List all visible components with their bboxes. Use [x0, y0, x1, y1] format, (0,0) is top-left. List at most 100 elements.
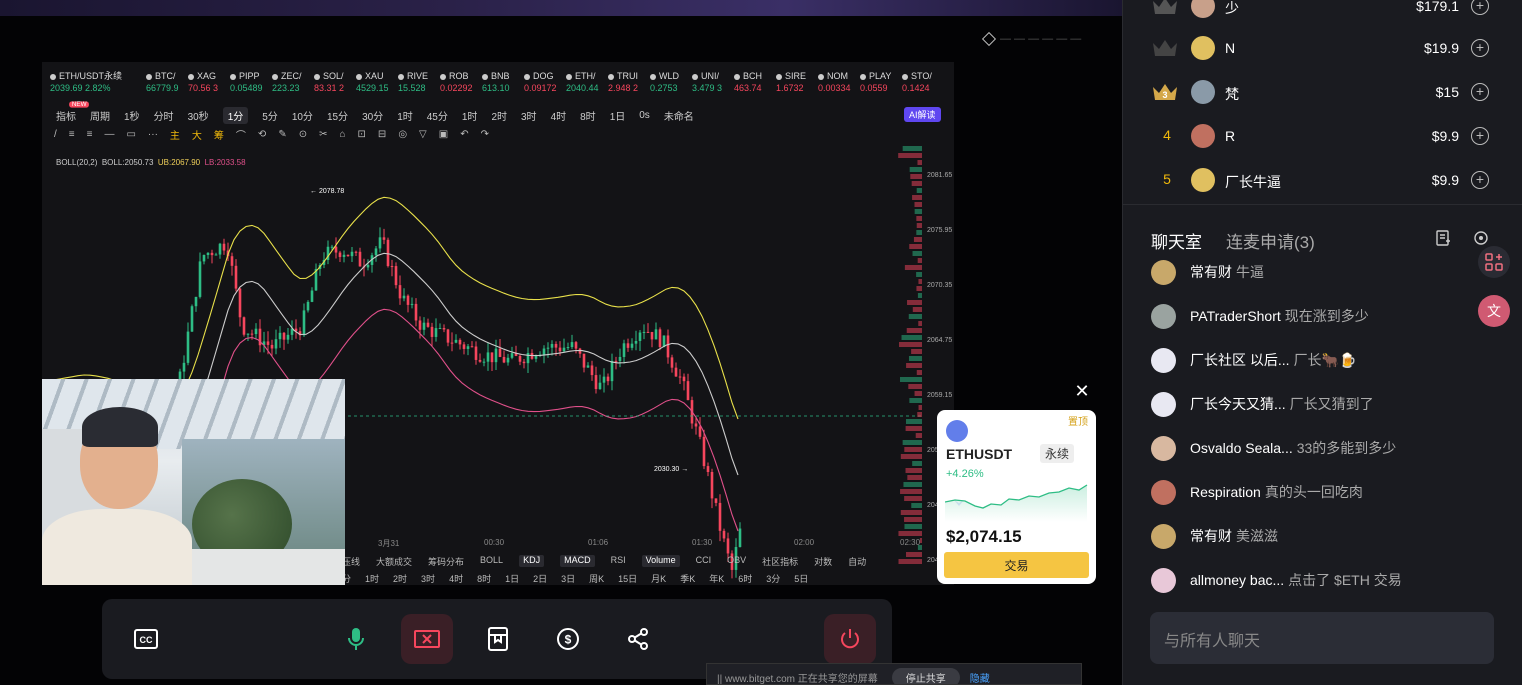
bottom-timeframe[interactable]: 5日	[794, 572, 808, 584]
bottom-timeframe[interactable]: 8时	[477, 572, 491, 584]
bottom-timeframe[interactable]: 2时	[393, 572, 407, 584]
indicator-tab[interactable]: KDJ	[519, 555, 545, 567]
avatar[interactable]	[1191, 36, 1215, 60]
price-axis-label: 2070.35	[927, 282, 953, 289]
right-panel: 少 $179.1 + N $19.9 +3 梵 $15 +4 R $9.9 +5 厂长牛逼 $9.9 + 聊…	[1122, 0, 1522, 685]
stop-sharing-button[interactable]: 停止共享	[891, 668, 960, 684]
volume-profile-bar	[902, 146, 922, 151]
indicator-tab[interactable]: Volume	[641, 555, 680, 567]
rank-name: 少	[1225, 0, 1239, 16]
avatar[interactable]	[1191, 80, 1215, 104]
stop-screen-share-icon[interactable]	[401, 614, 453, 664]
bottom-timeframe[interactable]: 2日	[533, 572, 547, 584]
bottom-timeframe[interactable]: 15日	[618, 572, 637, 584]
volume-profile-bar	[904, 265, 922, 270]
chat-username[interactable]: PATraderShort	[1190, 308, 1281, 324]
candle-body	[582, 353, 586, 368]
candle-body	[306, 301, 310, 311]
avatar[interactable]	[1191, 168, 1215, 192]
bookmark-box-icon[interactable]	[478, 619, 518, 659]
indicator-tab[interactable]: 自动	[848, 555, 866, 567]
microphone-icon[interactable]	[336, 619, 376, 659]
candle-body	[598, 382, 602, 390]
bottom-timeframe[interactable]: 3分	[766, 572, 780, 584]
chat-username[interactable]: Osvaldo Seala...	[1190, 440, 1293, 456]
rank-name: N	[1225, 40, 1236, 56]
power-icon[interactable]	[824, 614, 876, 664]
avatar[interactable]	[1191, 124, 1215, 148]
avatar[interactable]	[1151, 523, 1176, 549]
avatar[interactable]	[1191, 0, 1215, 18]
tab-chat-room[interactable]: 聊天室	[1151, 233, 1202, 252]
volume-profile-bar	[911, 349, 922, 354]
candle-body	[534, 356, 538, 359]
candle-body	[350, 251, 354, 257]
bottom-timeframe[interactable]: 1时	[365, 572, 379, 584]
trade-button[interactable]: 交易	[944, 552, 1089, 578]
close-card-icon[interactable]: ✕	[1072, 381, 1092, 401]
candle-body	[658, 329, 662, 348]
chat-username[interactable]: Respiration	[1190, 484, 1261, 500]
indicator-tab[interactable]: MACD	[560, 555, 595, 567]
chat-username[interactable]: 厂长社区 以后...	[1190, 350, 1290, 370]
pin-label[interactable]: 置顶	[1068, 413, 1088, 428]
avatar[interactable]	[1151, 303, 1176, 329]
candle-body	[426, 322, 430, 327]
follow-plus-icon[interactable]: +	[1471, 39, 1489, 57]
notes-icon[interactable]	[1435, 230, 1451, 251]
tab-mic-requests[interactable]: 连麦申请(3)	[1226, 233, 1315, 252]
share-icon[interactable]	[618, 619, 658, 659]
bottom-timeframe[interactable]: 周K	[589, 572, 604, 584]
bottom-timeframe[interactable]: 1日	[505, 572, 519, 584]
chat-username[interactable]: allmoney bac...	[1190, 572, 1284, 588]
hide-link[interactable]: 隐藏	[970, 674, 990, 684]
follow-plus-icon[interactable]: +	[1471, 0, 1489, 15]
bottom-timeframe[interactable]: 3时	[421, 572, 435, 584]
candle-body	[402, 295, 406, 299]
indicator-tab[interactable]: BOLL	[480, 555, 503, 567]
chat-message: 厂长社区 以后... 厂长🐂🍺	[1151, 347, 1491, 373]
bottom-timeframe[interactable]: 4时	[449, 572, 463, 584]
chat-username[interactable]: 常有财	[1190, 262, 1232, 282]
captions-icon[interactable]: CC	[126, 619, 166, 659]
dollar-icon[interactable]: $	[548, 619, 588, 659]
translate-icon[interactable]: 文	[1478, 295, 1510, 327]
chat-username[interactable]: 常有财	[1190, 526, 1232, 546]
avatar[interactable]	[1151, 435, 1176, 461]
avatar[interactable]	[1151, 259, 1176, 285]
chat-username[interactable]: 厂长今天又猜...	[1190, 394, 1286, 414]
crown-icon	[1151, 0, 1179, 17]
chat-input[interactable]: 与所有人聊天	[1150, 612, 1494, 664]
indicator-tab[interactable]: RSI	[611, 555, 626, 567]
avatar[interactable]	[1151, 567, 1176, 593]
rank-position: 4	[1163, 127, 1171, 143]
avatar[interactable]	[1151, 391, 1176, 417]
indicator-tab[interactable]: 社区指标	[762, 555, 798, 567]
bottom-timeframe[interactable]: 月K	[651, 572, 666, 584]
indicator-tab[interactable]: 大额成交	[376, 555, 412, 567]
avatar[interactable]	[1151, 479, 1176, 505]
indicator-tab[interactable]: OBV	[727, 555, 746, 567]
follow-plus-icon[interactable]: +	[1471, 127, 1489, 145]
indicator-tab[interactable]: 筹码分布	[428, 555, 464, 567]
rank-row: 少 $179.1 +	[1123, 0, 1522, 29]
cam-person-body	[42, 509, 192, 585]
rank-amount: $9.9	[1431, 128, 1459, 144]
indicator-tab[interactable]: CCI	[696, 555, 712, 567]
bottom-timeframe[interactable]: 年K	[709, 572, 724, 584]
volume-profile-bar	[916, 286, 922, 291]
bottom-timeframe[interactable]: 3日	[561, 572, 575, 584]
time-axis-label: 02:30	[900, 538, 921, 547]
follow-plus-icon[interactable]: +	[1471, 83, 1489, 101]
follow-plus-icon[interactable]: +	[1471, 171, 1489, 189]
candle-body	[566, 347, 570, 349]
bottom-timeframe[interactable]: 季K	[680, 572, 695, 584]
ticker-card[interactable]: 置顶 ETHUSDT 永续 +4.26% $2,074.15 交易	[937, 410, 1096, 584]
indicator-tab[interactable]: 对数	[814, 555, 832, 567]
candle-body	[266, 341, 270, 345]
candle-body	[438, 328, 442, 330]
candle-body	[454, 339, 458, 343]
apps-grid-icon[interactable]	[1478, 246, 1510, 278]
avatar[interactable]	[1151, 347, 1176, 373]
bottom-timeframe[interactable]: 6时	[738, 572, 752, 584]
